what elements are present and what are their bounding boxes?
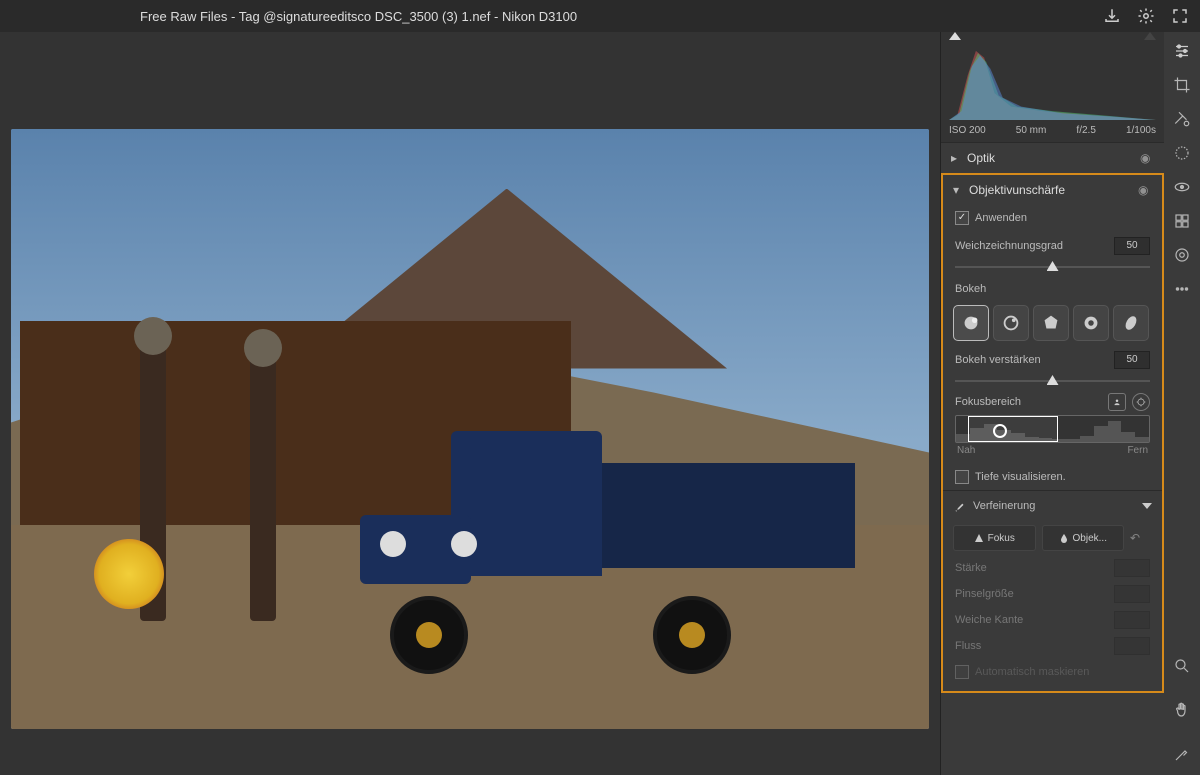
more-icon[interactable] (1171, 278, 1193, 300)
bokeh-circle-button[interactable] (953, 305, 989, 341)
apply-checkbox[interactable] (955, 211, 969, 225)
flow-label: Fluss (955, 640, 981, 652)
redeye-icon[interactable] (1171, 176, 1193, 198)
visualize-depth-label: Tiefe visualisieren. (975, 471, 1066, 483)
meta-shutter: 1/100s (1126, 125, 1156, 136)
bokeh-label-row: Bokeh (943, 277, 1162, 301)
strength-value[interactable] (1114, 559, 1150, 577)
refine-header[interactable]: Verfeinerung (943, 490, 1162, 521)
automask-checkbox[interactable] (955, 665, 969, 679)
panel-optik-title: Optik (967, 151, 1140, 165)
highlight-clip-indicator[interactable] (1144, 32, 1156, 40)
bokeh-boost-value[interactable]: 50 (1114, 351, 1150, 369)
apply-row: Anwenden (943, 205, 1162, 231)
bokeh-boost-row: Bokeh verstärken 50 (943, 345, 1162, 375)
document-title: Free Raw Files - Tag @signatureeditsco D… (140, 9, 577, 24)
refine-blur-label: Objek... (1073, 533, 1107, 544)
panel-optik-header[interactable]: ▸ Optik ◉ (941, 143, 1164, 173)
refine-focus-label: Fokus (988, 533, 1015, 544)
blur-amount-row: Weichzeichnungsgrad 50 (943, 231, 1162, 261)
chevron-down-icon: ▾ (953, 183, 963, 197)
gear-icon[interactable] (1136, 6, 1156, 26)
export-icon[interactable] (1102, 6, 1122, 26)
panel-optik: ▸ Optik ◉ (941, 142, 1164, 173)
panel-lens-blur-header[interactable]: ▾ Objektivunschärfe ◉ (943, 175, 1162, 205)
eyedropper-icon[interactable] (1171, 743, 1193, 765)
brush-size-label: Pinselgröße (955, 588, 1014, 600)
presets-icon[interactable] (1171, 210, 1193, 232)
refine-blur-button[interactable]: Objek... (1042, 525, 1125, 551)
radial-icon[interactable] (1171, 244, 1193, 266)
bokeh-soap-button[interactable] (993, 305, 1029, 341)
refine-focus-button[interactable]: Fokus (953, 525, 1036, 551)
collapse-icon (1142, 503, 1152, 509)
visualize-depth-row: Tiefe visualisieren. (943, 464, 1162, 490)
meta-focal: 50 mm (1016, 125, 1047, 136)
chevron-right-icon: ▸ (951, 151, 961, 165)
meta-aperture: f/2.5 (1076, 125, 1095, 136)
visibility-icon[interactable]: ◉ (1140, 151, 1154, 165)
bokeh-catseye-button[interactable] (1113, 305, 1149, 341)
near-label: Nah (957, 445, 975, 456)
far-label: Fern (1127, 445, 1148, 456)
mask-icon[interactable] (1171, 142, 1193, 164)
apply-label: Anwenden (975, 212, 1027, 224)
crop-icon[interactable] (1171, 74, 1193, 96)
top-toolbar: Free Raw Files - Tag @signatureeditsco D… (0, 0, 1200, 32)
image-canvas[interactable] (0, 32, 940, 775)
visibility-icon[interactable]: ◉ (1138, 183, 1152, 197)
bokeh-label: Bokeh (955, 283, 986, 295)
fullscreen-icon[interactable] (1170, 6, 1190, 26)
healing-icon[interactable] (1171, 108, 1193, 130)
panel-lens-blur: ▾ Objektivunschärfe ◉ Anwenden Weichzeic… (941, 173, 1164, 693)
bokeh-boost-slider[interactable] (955, 375, 1150, 387)
refine-reset-button[interactable]: ↶ (1130, 531, 1152, 545)
strength-label: Stärke (955, 562, 987, 574)
zoom-icon[interactable] (1171, 655, 1193, 677)
soft-edge-value[interactable] (1114, 611, 1150, 629)
meta-iso: ISO 200 (949, 125, 986, 136)
blur-amount-slider[interactable] (955, 261, 1150, 273)
brush-icon (953, 499, 967, 513)
photo-preview (11, 129, 929, 729)
tool-strip (1164, 32, 1200, 775)
bokeh-shape-row (943, 301, 1162, 345)
subject-focus-icon[interactable] (1108, 393, 1126, 411)
hand-icon[interactable] (1171, 699, 1193, 721)
panel-lens-blur-title: Objektivunschärfe (969, 183, 1138, 197)
target-focus-icon[interactable] (1132, 393, 1150, 411)
edit-sliders-icon[interactable] (1171, 40, 1193, 62)
blur-amount-label: Weichzeichnungsgrad (955, 240, 1063, 252)
adjustments-panel: ISO 200 50 mm f/2.5 1/100s ▸ Optik ◉ ▾ O… (940, 32, 1164, 775)
histogram[interactable]: ISO 200 50 mm f/2.5 1/100s (941, 32, 1164, 142)
focus-range-label: Fokusbereich (955, 396, 1021, 408)
depth-map-range[interactable] (955, 415, 1150, 443)
visualize-depth-checkbox[interactable] (955, 470, 969, 484)
bokeh-boost-label: Bokeh verstärken (955, 354, 1041, 366)
blur-amount-value[interactable]: 50 (1114, 237, 1150, 255)
flow-value[interactable] (1114, 637, 1150, 655)
soft-edge-label: Weiche Kante (955, 614, 1023, 626)
automask-label: Automatisch maskieren (975, 666, 1089, 678)
shadow-clip-indicator[interactable] (949, 32, 961, 40)
brush-size-value[interactable] (1114, 585, 1150, 603)
refine-title: Verfeinerung (973, 500, 1142, 512)
bokeh-ring-button[interactable] (1073, 305, 1109, 341)
bokeh-blade-button[interactable] (1033, 305, 1069, 341)
